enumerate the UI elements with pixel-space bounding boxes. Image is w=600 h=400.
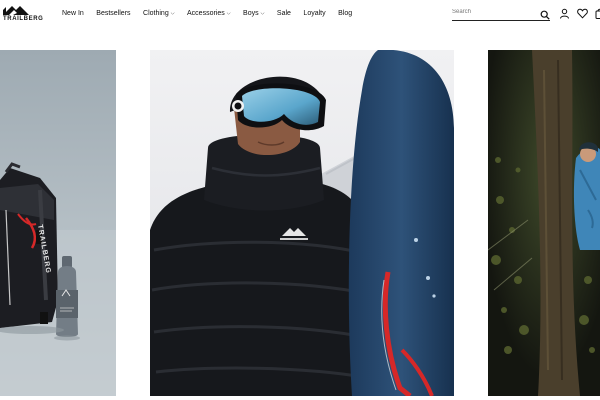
- forest-jacket-photo: [488, 50, 600, 396]
- brand-mountain-icon: [3, 6, 29, 15]
- nav-label: Loyalty: [303, 9, 326, 17]
- product-tile-backpack[interactable]: TRAILBERG: [0, 50, 116, 396]
- nav-label: Accessories: [187, 9, 225, 17]
- nav-label: Bestsellers: [96, 9, 131, 17]
- wishlist-heart-icon[interactable]: [577, 6, 588, 19]
- nav-label: Blog: [338, 9, 353, 17]
- nav-item-clothing[interactable]: Clothing ⌵: [143, 10, 174, 17]
- nav-label: New In: [62, 9, 84, 17]
- nav-item-blog[interactable]: Blog: [338, 10, 352, 17]
- search-icon[interactable]: [540, 7, 550, 20]
- nav-item-new-in[interactable]: New In: [62, 10, 84, 17]
- search-bar: [452, 6, 550, 21]
- nav-item-sale[interactable]: Sale: [277, 10, 291, 17]
- site-header: TRAILBERG New In Bestsellers Clothing ⌵ …: [0, 0, 600, 30]
- brand-wordmark: TRAILBERG: [3, 16, 44, 22]
- brand-logo[interactable]: TRAILBERG: [1, 4, 43, 22]
- product-tile-forest-jacket[interactable]: [488, 50, 600, 396]
- product-tile-puffer-jacket[interactable]: [150, 50, 454, 396]
- nav-label: Sale: [276, 9, 291, 17]
- nav-item-loyalty[interactable]: Loyalty: [303, 10, 325, 17]
- chevron-down-icon: ⌵: [260, 10, 265, 17]
- nav-item-accessories[interactable]: Accessories ⌵: [187, 10, 231, 17]
- nav-label: Boys: [243, 9, 259, 17]
- main-nav: New In Bestsellers Clothing ⌵ Accessorie…: [62, 7, 365, 19]
- nav-label: Clothing: [143, 9, 169, 17]
- backpack-photo: TRAILBERG: [0, 50, 116, 396]
- nav-item-bestsellers[interactable]: Bestsellers: [96, 10, 130, 17]
- chevron-down-icon: ⌵: [170, 10, 175, 17]
- nav-item-boys[interactable]: Boys ⌵: [243, 10, 264, 17]
- search-input[interactable]: [452, 6, 536, 18]
- puffer-jacket-photo: [150, 50, 454, 396]
- chevron-down-icon: ⌵: [226, 10, 231, 17]
- cart-bag-icon[interactable]: [595, 6, 600, 19]
- account-icon[interactable]: [559, 6, 570, 19]
